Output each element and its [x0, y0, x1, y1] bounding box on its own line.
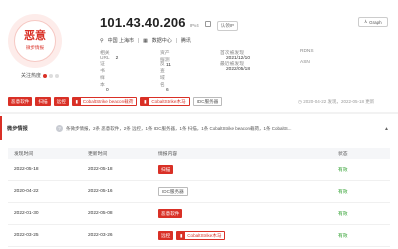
- cell-status: 有效: [338, 212, 348, 217]
- cell-updated: 2022-05-08: [88, 211, 113, 216]
- intel-summary-text: 条微步情报，2条 恶意软件，2条 远控，1条 IDC服务器，1条 扫描，1条 C…: [66, 126, 292, 131]
- malware-family-icon: ▮: [141, 97, 150, 106]
- ip-version: IPv4: [189, 23, 199, 28]
- row-tag[interactable]: ▮ CobaltStrike木马: [176, 231, 226, 240]
- ip-header: 101.43.40.206 IPv4 认领IP: [100, 15, 239, 31]
- cell-found: 2022-03-25: [14, 233, 39, 238]
- cell-content: 扫描: [158, 165, 338, 174]
- tag-remote-control[interactable]: 远控: [53, 97, 69, 106]
- heat-dot-on: [43, 73, 48, 78]
- cell-found: 2020-04-22: [14, 189, 39, 194]
- graph-icon: ⅄: [364, 19, 368, 24]
- divider: [138, 38, 140, 43]
- row-tag[interactable]: 扫描: [158, 165, 174, 174]
- graph-button[interactable]: ⅄ Graph: [358, 17, 388, 27]
- col-found: 发现时间: [14, 152, 34, 157]
- malware-family-icon: ▮: [72, 97, 81, 106]
- location-country: 中国 上海市: [107, 38, 135, 44]
- col-updated: 更新时间: [88, 152, 108, 157]
- cell-content: IDC服务器: [158, 187, 338, 196]
- cell-found: 2022-01-30: [14, 211, 39, 216]
- intel-title: 微步情报: [7, 126, 28, 132]
- graph-label: Graph: [369, 19, 382, 25]
- verdict-inner: 恶意 微步情报: [14, 20, 56, 62]
- cell-content: 远控 ▮ CobaltStrike木马: [158, 231, 338, 240]
- intel-table: 发现时间 更新时间 情报内容 状态 2022-05-18 2022-05-18 …: [8, 148, 390, 247]
- table-row: 2022-05-18 2022-05-18 扫描 有效: [8, 159, 390, 181]
- heat-dot: [55, 73, 60, 78]
- cell-updated: 2022-05-16: [88, 189, 113, 194]
- updated-text: 2020-04-22 发现，2022-05-18 更新: [303, 99, 375, 104]
- verdict-label: 恶意: [24, 30, 46, 42]
- row-tag[interactable]: 恶意软件: [158, 209, 183, 218]
- stat-label: 反查域名: [160, 62, 165, 88]
- tag-cobaltstrike-trojan[interactable]: ▮ CobaltStrike木马: [140, 97, 190, 106]
- stat-label: 证书样本: [100, 62, 105, 88]
- table-row: 2022-01-30 2022-05-08 恶意软件 有效: [8, 203, 390, 225]
- row-tag[interactable]: IDC服务器: [158, 187, 188, 196]
- tag-scan[interactable]: 扫描: [35, 97, 51, 106]
- stat-value[interactable]: 2: [116, 56, 119, 61]
- cell-status: 有效: [338, 234, 348, 239]
- stat-label: ASN: [300, 60, 310, 65]
- tag-text: CobaltStrike木马: [151, 98, 186, 104]
- table-row: 2022-03-25 2022-03-26 远控 ▮ CobaltStrike木马…: [8, 225, 390, 247]
- cell-updated: 2022-05-18: [88, 167, 113, 172]
- cell-status: 有效: [338, 190, 348, 195]
- tag-text: CobaltStrike木马: [187, 232, 222, 238]
- tag-malware[interactable]: 恶意软件: [8, 97, 33, 106]
- col-status: 状态: [338, 152, 348, 157]
- count-badge-icon: ?: [56, 125, 63, 132]
- threat-tags: 恶意软件 扫描 远控 ▮ CobaltStrike beacon载荷 ▮ Cobal…: [8, 97, 223, 106]
- location-isp: 腾讯: [180, 38, 191, 44]
- clock-icon: ◷: [298, 99, 302, 104]
- heat-dot: [49, 73, 54, 78]
- location-row: ⚲ 中国 上海市 ▦ 数据中心 腾讯: [100, 37, 191, 45]
- collapse-caret-icon[interactable]: ▲: [384, 126, 389, 132]
- malware-family-icon: ▮: [177, 231, 186, 240]
- col-content: 情报内容: [158, 152, 178, 157]
- attention-heat: 关注热度: [21, 72, 60, 79]
- datacenter-icon: ▦: [143, 37, 148, 44]
- table-row: 2020-04-22 2022-05-16 IDC服务器 有效: [8, 181, 390, 203]
- table-header: 发现时间 更新时间 情报内容 状态: [8, 148, 390, 159]
- section-divider: [0, 112, 398, 114]
- stat-label: RDNS: [300, 49, 314, 54]
- verdict-badge: 恶意 微步情报: [8, 14, 62, 68]
- row-tag[interactable]: 远控: [158, 231, 174, 240]
- attention-label: 关注热度: [21, 73, 42, 79]
- tag-text: CobaltStrike beacon载荷: [82, 98, 134, 104]
- copy-icon[interactable]: [204, 21, 211, 27]
- updated-info: ◷ 2020-04-22 发现，2022-05-18 更新: [298, 99, 374, 105]
- cell-content: 恶意软件: [158, 209, 338, 218]
- divider: [175, 38, 177, 43]
- stat-value[interactable]: 0: [106, 88, 109, 93]
- cell-status: 有效: [338, 168, 348, 173]
- cell-found: 2022-05-18: [14, 167, 39, 172]
- intel-summary[interactable]: 微步情报 ? 条微步情报，2条 恶意软件，2条 远控，1条 IDC服务器，1条 …: [0, 116, 398, 140]
- claim-ip-button[interactable]: 认领IP: [216, 21, 239, 31]
- ip-address: 101.43.40.206: [100, 15, 186, 30]
- tag-cobaltstrike-beacon[interactable]: ▮ CobaltStrike beacon载荷: [71, 97, 138, 106]
- stat-value[interactable]: 6: [166, 88, 169, 93]
- cell-updated: 2022-03-26: [88, 233, 113, 238]
- location-pin-icon: ⚲: [100, 37, 104, 44]
- stat-value: 2022/05/18: [226, 67, 251, 72]
- location-org: 数据中心: [151, 38, 172, 44]
- verdict-source: 微步情报: [26, 45, 44, 50]
- tag-idc-server[interactable]: IDC服务器: [192, 97, 223, 106]
